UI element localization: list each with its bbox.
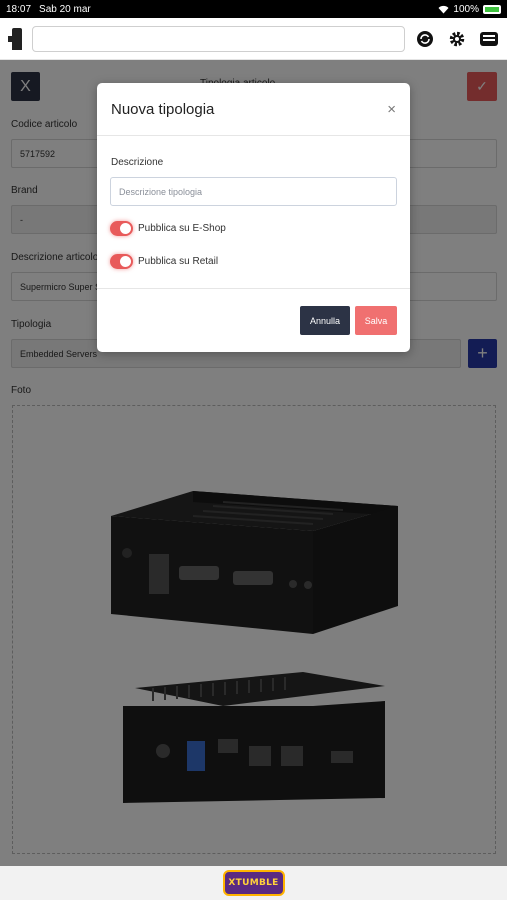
toggle-row-retail: Pubblica su Retail: [110, 254, 218, 269]
modal-body: Descrizione Pubblica su E-Shop Pubblica …: [97, 136, 410, 289]
footer-backdrop: [0, 866, 507, 900]
status-bar: 18:07 Sab 20 mar 100%: [0, 0, 507, 18]
save-button[interactable]: Salva: [355, 306, 397, 335]
toggle-row-eshop: Pubblica su E-Shop: [110, 221, 226, 236]
battery-icon: [483, 4, 501, 14]
modal-title: Nuova tipologia: [111, 100, 215, 118]
search-input[interactable]: [32, 25, 405, 52]
app-logo-icon[interactable]: [8, 27, 26, 50]
battery-percentage: 100%: [453, 3, 479, 15]
top-toolbar: [0, 18, 507, 60]
status-right: 100%: [438, 4, 501, 15]
descrizione-tipologia-input[interactable]: [110, 177, 397, 206]
descrizione-tipologia-label: Descrizione: [111, 157, 164, 168]
eshop-toggle-label: Pubblica su E-Shop: [138, 223, 226, 234]
retail-toggle-label: Pubblica su Retail: [138, 256, 219, 267]
gear-icon[interactable]: [447, 29, 467, 49]
toolbar-icons: [415, 29, 499, 49]
eshop-toggle[interactable]: [110, 221, 133, 236]
sync-icon[interactable]: [415, 29, 435, 49]
cancel-button[interactable]: Annulla: [300, 306, 350, 335]
modal-header: Nuova tipologia ×: [97, 83, 410, 136]
cash-register-icon[interactable]: [479, 29, 499, 49]
close-icon[interactable]: ×: [387, 101, 396, 118]
status-date: Sab 20 mar: [39, 3, 91, 15]
modal-footer: Annulla Salva: [97, 289, 410, 351]
retail-toggle[interactable]: [110, 254, 133, 269]
wifi-icon: [438, 5, 449, 13]
new-tipologia-modal: Nuova tipologia × Descrizione Pubblica s…: [97, 83, 410, 352]
status-time: 18:07: [6, 3, 32, 15]
